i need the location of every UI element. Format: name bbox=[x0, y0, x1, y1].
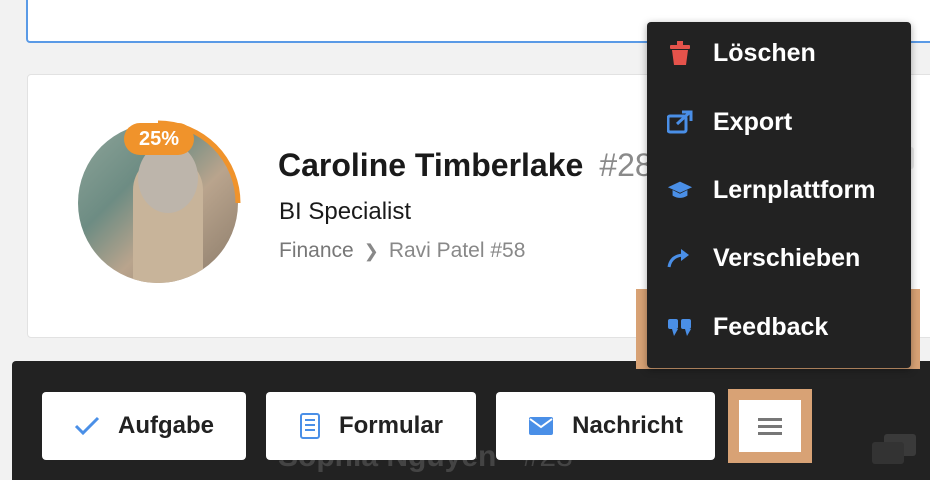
manager[interactable]: Ravi Patel #58 bbox=[389, 239, 526, 263]
menu-item-learning-platform[interactable]: Lernplattform bbox=[647, 165, 911, 215]
more-menu-button[interactable] bbox=[728, 389, 812, 463]
trash-icon bbox=[670, 41, 690, 65]
breadcrumb: Finance ❯ Ravi Patel #58 bbox=[279, 239, 525, 263]
department[interactable]: Finance bbox=[279, 239, 354, 263]
hamburger-icon bbox=[758, 418, 782, 435]
menu-item-export[interactable]: Export bbox=[647, 97, 911, 147]
menu-item-feedback[interactable]: Feedback bbox=[647, 302, 911, 352]
graduation-cap-icon bbox=[667, 181, 693, 198]
menu-item-delete[interactable]: Löschen bbox=[647, 28, 911, 78]
form-button[interactable]: Formular bbox=[266, 392, 476, 460]
comments-icon bbox=[872, 434, 916, 464]
avatar-with-progress: 25% bbox=[78, 120, 248, 293]
progress-badge: 25% bbox=[124, 123, 194, 155]
context-menu: Löschen Export Lernplattform Verschieben… bbox=[647, 22, 911, 368]
export-icon bbox=[667, 110, 693, 134]
employee-number: #28 bbox=[599, 147, 653, 183]
chevron-right-icon: ❯ bbox=[363, 240, 379, 261]
checkmark-icon bbox=[74, 416, 100, 436]
envelope-icon bbox=[529, 417, 554, 435]
employee-name-row: Caroline Timberlake #28 bbox=[278, 147, 653, 184]
menu-item-move[interactable]: Verschieben bbox=[647, 233, 911, 283]
employee-name[interactable]: Caroline Timberlake bbox=[278, 147, 583, 183]
move-arrow-icon bbox=[667, 249, 689, 268]
employee-role: BI Specialist bbox=[279, 198, 412, 225]
task-button[interactable]: Aufgabe bbox=[42, 392, 246, 460]
quote-icon bbox=[668, 319, 691, 336]
message-button[interactable]: Nachricht bbox=[496, 392, 715, 460]
form-icon bbox=[299, 413, 320, 439]
